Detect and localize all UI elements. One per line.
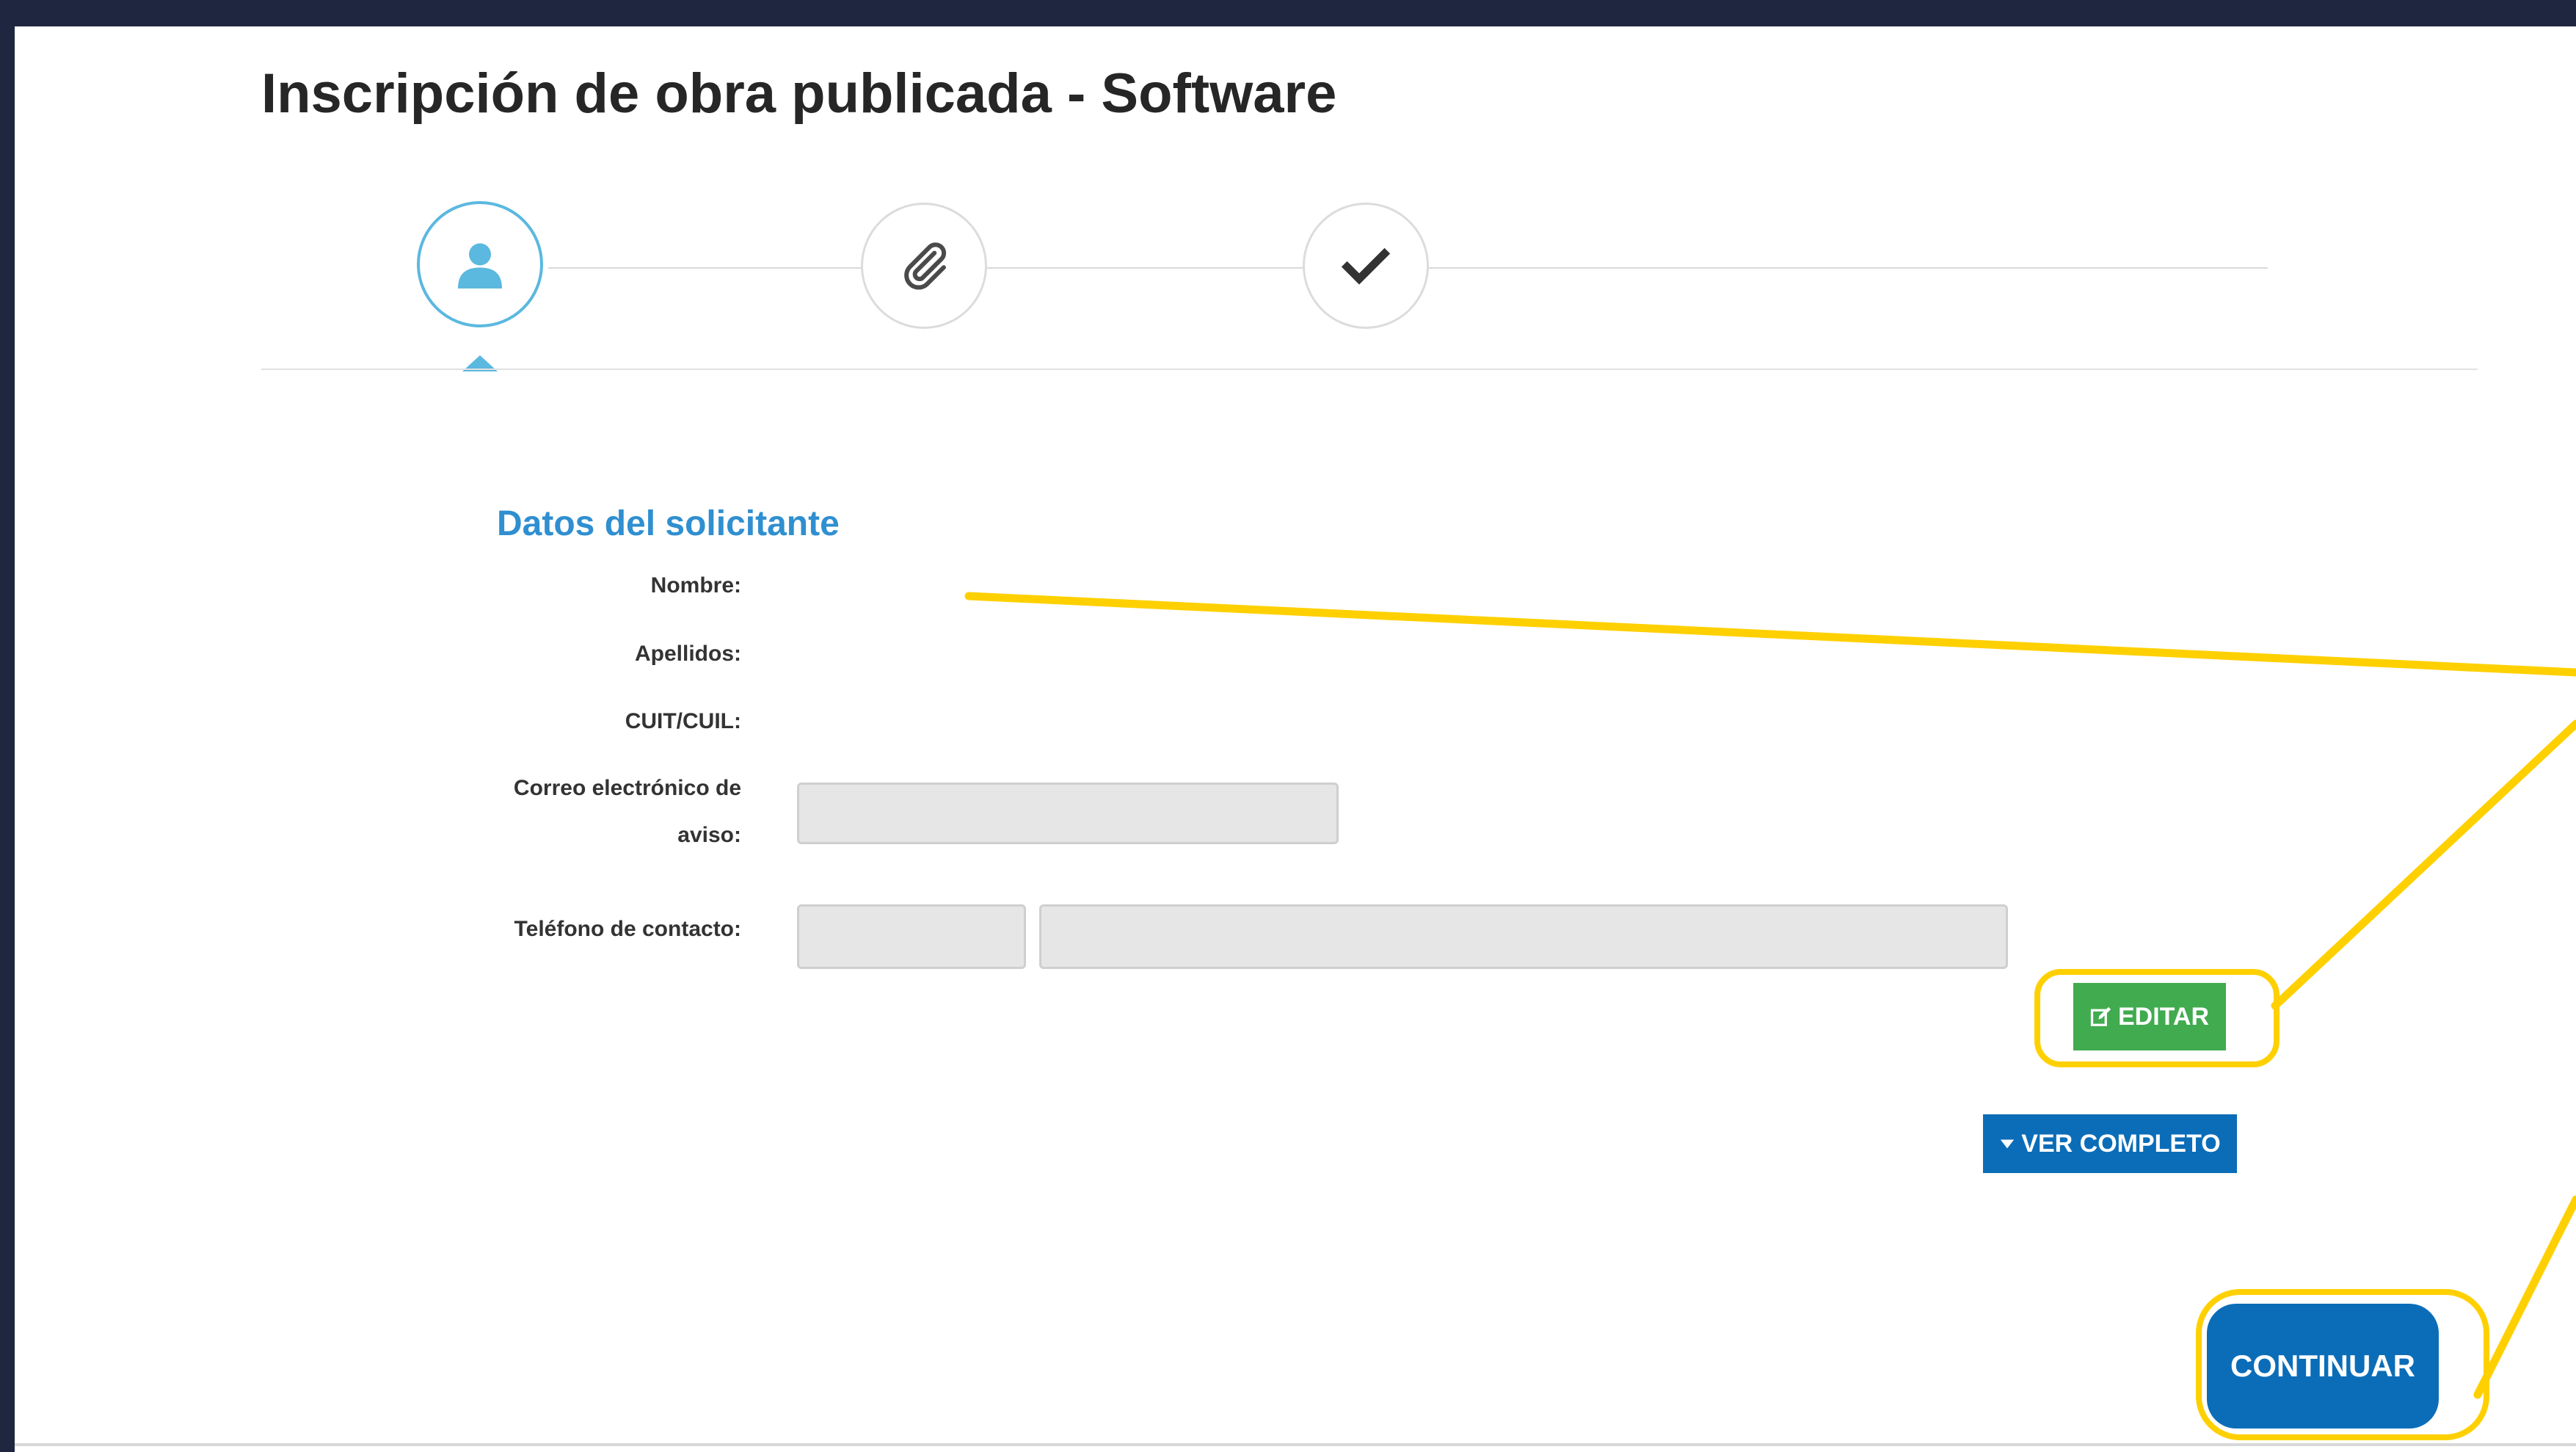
page: Inscripción de obra publicada - Software… [15, 26, 2576, 1452]
footer-divider [15, 1443, 2576, 1446]
annotation-lines [964, 592, 2576, 1399]
